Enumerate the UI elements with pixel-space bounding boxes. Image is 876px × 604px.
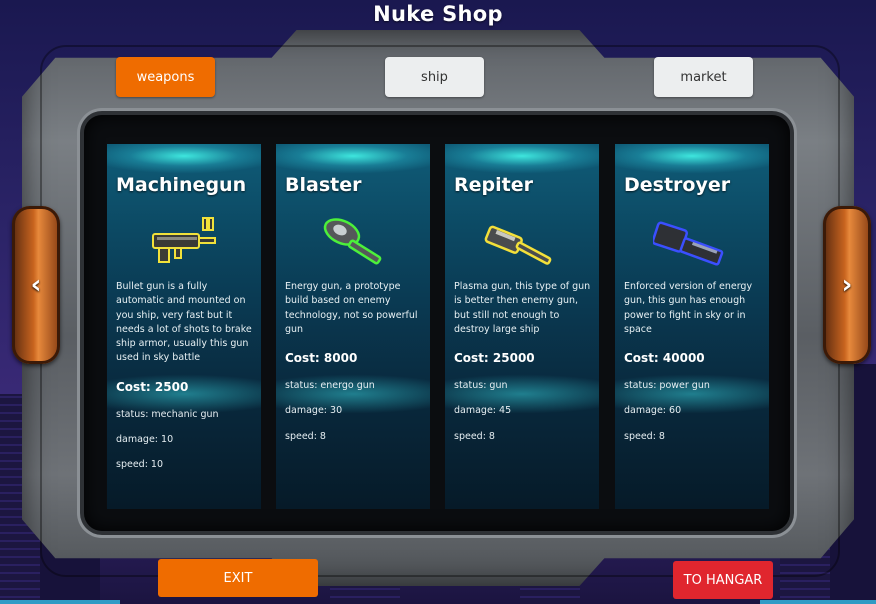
weapon-speed: speed: 8 (454, 431, 495, 442)
weapon-status: status: power gun (624, 380, 710, 391)
weapon-name: Machinegun (116, 174, 247, 196)
weapon-description: Enforced version of energy gun, this gun… (624, 281, 753, 335)
weapon-card-machinegun[interactable]: Machinegun Bullet gun is a fully automat… (107, 144, 261, 509)
prev-page-button[interactable]: ‹ (12, 206, 60, 364)
weapon-cost: Cost: 2500 (116, 380, 189, 394)
machinegun-icon (152, 217, 216, 263)
weapon-description: Bullet gun is a fully automatic and moun… (116, 281, 252, 364)
weapon-damage: damage: 30 (285, 405, 343, 416)
weapon-card-blaster[interactable]: Blaster Energy gun, a prototype build ba… (276, 144, 430, 509)
page-title: Nuke Shop (373, 2, 503, 26)
weapon-name: Blaster (285, 174, 362, 196)
weapon-card-repiter[interactable]: Repiter Plasma gun, this type of gun is … (445, 144, 599, 509)
tab-market[interactable]: market (654, 57, 753, 97)
to-hangar-button[interactable]: TO HANGAR (673, 561, 773, 599)
weapon-damage: damage: 60 (624, 405, 682, 416)
weapon-description: Energy gun, a prototype build based on e… (285, 281, 418, 335)
weapon-cost: Cost: 40000 (624, 351, 705, 365)
weapon-name: Repiter (454, 174, 533, 196)
weapon-status: status: energo gun (285, 380, 375, 391)
tab-ship[interactable]: ship (385, 57, 484, 97)
weapon-cost: Cost: 25000 (454, 351, 535, 365)
weapon-damage: damage: 10 (116, 434, 174, 445)
weapon-speed: speed: 8 (624, 431, 665, 442)
destroyer-icon (653, 221, 724, 266)
weapon-description: Plasma gun, this type of gun is better t… (454, 281, 591, 335)
exit-button[interactable]: EXIT (158, 559, 318, 597)
weapon-status: status: gun (454, 380, 508, 391)
weapon-cost: Cost: 8000 (285, 351, 358, 365)
next-page-button[interactable]: › (823, 206, 871, 364)
chevron-left-icon: ‹ (30, 270, 42, 300)
weapon-card-destroyer[interactable]: Destroyer Enforced version of energy gun… (615, 144, 769, 509)
weapon-status: status: mechanic gun (116, 409, 219, 420)
weapon-name: Destroyer (624, 174, 731, 196)
tab-weapons[interactable]: weapons (116, 57, 215, 97)
weapon-speed: speed: 10 (116, 459, 164, 470)
weapon-damage: damage: 45 (454, 405, 512, 416)
blaster-icon (323, 218, 382, 265)
weapon-speed: speed: 8 (285, 431, 326, 442)
chevron-right-icon: › (841, 270, 853, 300)
repiter-icon (484, 225, 552, 265)
